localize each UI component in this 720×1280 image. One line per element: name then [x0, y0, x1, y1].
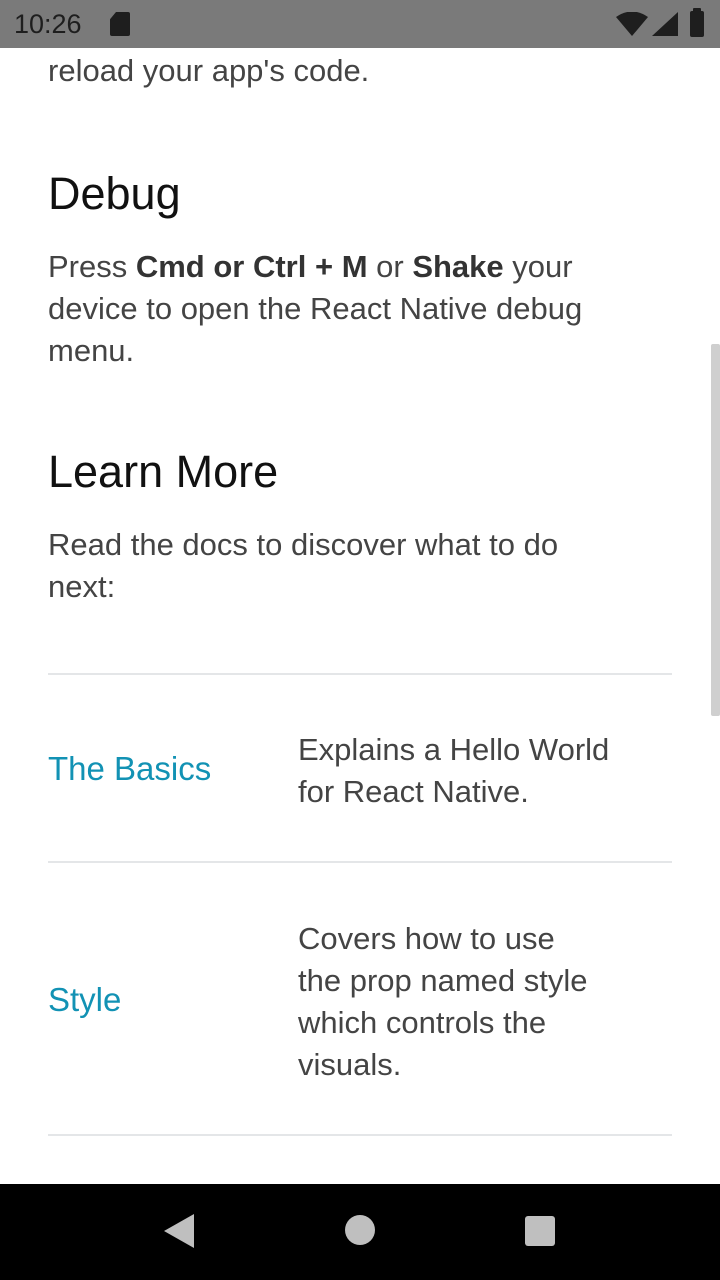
reload-text: reload your app's code.	[48, 53, 370, 88]
sd-card-icon	[110, 12, 130, 36]
debug-text-prefix: Press	[48, 249, 136, 284]
desc-line: for React Native.	[298, 774, 529, 809]
wifi-icon	[616, 12, 648, 36]
learn-more-line-2: next:	[48, 569, 116, 604]
divider	[48, 861, 672, 863]
battery-icon	[690, 8, 704, 37]
status-bar: 10:26	[0, 0, 720, 48]
status-time: 10:26	[14, 9, 82, 39]
scroll-content[interactable]: reload your app's code. Debug Press Cmd …	[0, 48, 720, 1184]
debug-description: Press Cmd or Ctrl + M or Shake your devi…	[48, 246, 668, 372]
debug-shortcut: Cmd or Ctrl + M	[135, 249, 368, 284]
link-description: Covers how to use the prop named style w…	[298, 918, 668, 1086]
link-the-basics[interactable]: The Basics	[48, 750, 211, 788]
learn-more-description: Read the docs to discover what to do nex…	[48, 524, 668, 608]
debug-text-or: or	[367, 249, 413, 284]
link-style[interactable]: Style	[48, 981, 121, 1019]
debug-text-suffix: your	[503, 249, 573, 284]
back-icon[interactable]	[164, 1214, 194, 1248]
debug-line-2: device to open the React Native debug	[48, 291, 583, 326]
debug-shake: Shake	[412, 249, 504, 284]
desc-line: Covers how to use	[298, 921, 555, 956]
signal-icon	[652, 12, 678, 36]
learn-more-heading: Learn More	[48, 446, 279, 497]
divider	[48, 673, 672, 675]
debug-line-3: menu.	[48, 333, 135, 368]
desc-line: which controls the	[298, 1005, 547, 1040]
scrollbar-thumb[interactable]	[711, 344, 720, 716]
link-description: Explains a Hello World for React Native.	[298, 729, 668, 813]
learn-more-line-1: Read the docs to discover what to do	[48, 527, 559, 562]
desc-line: the prop named style	[298, 963, 588, 998]
home-icon[interactable]	[345, 1215, 375, 1245]
desc-line: Explains a Hello World	[298, 732, 610, 767]
navigation-bar	[0, 1184, 720, 1280]
divider	[48, 1134, 672, 1136]
debug-heading: Debug	[48, 168, 181, 219]
desc-line: visuals.	[298, 1047, 402, 1082]
recents-icon[interactable]	[525, 1216, 555, 1246]
